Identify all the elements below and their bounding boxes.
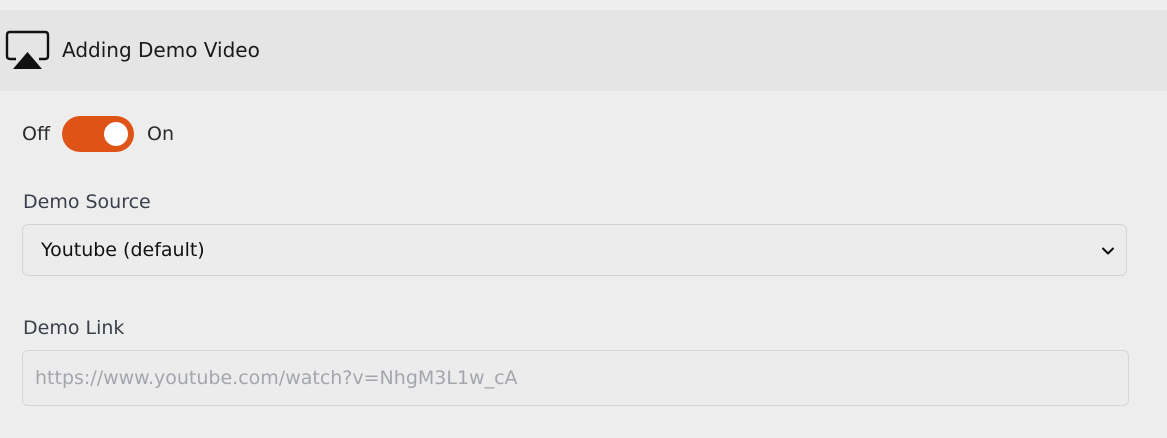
section-header: Adding Demo Video: [0, 10, 1167, 91]
demo-source-label: Demo Source: [23, 191, 151, 213]
airplay-icon: [5, 30, 50, 69]
demo-source-select[interactable]: Youtube (default): [22, 224, 1127, 276]
demo-link-input[interactable]: [22, 350, 1129, 406]
toggle-off-label: Off: [22, 123, 51, 145]
demo-video-toggle[interactable]: [62, 116, 135, 152]
demo-source-selected-value: Youtube (default): [41, 239, 205, 261]
toggle-on-label: On: [147, 123, 175, 145]
top-strip: [0, 0, 1167, 10]
demo-link-label: Demo Link: [23, 317, 125, 339]
toggle-knob: [104, 122, 129, 146]
demo-toggle-row: Off On: [22, 116, 174, 152]
chevron-down-icon: [1102, 247, 1114, 255]
section-title: Adding Demo Video: [62, 38, 260, 62]
